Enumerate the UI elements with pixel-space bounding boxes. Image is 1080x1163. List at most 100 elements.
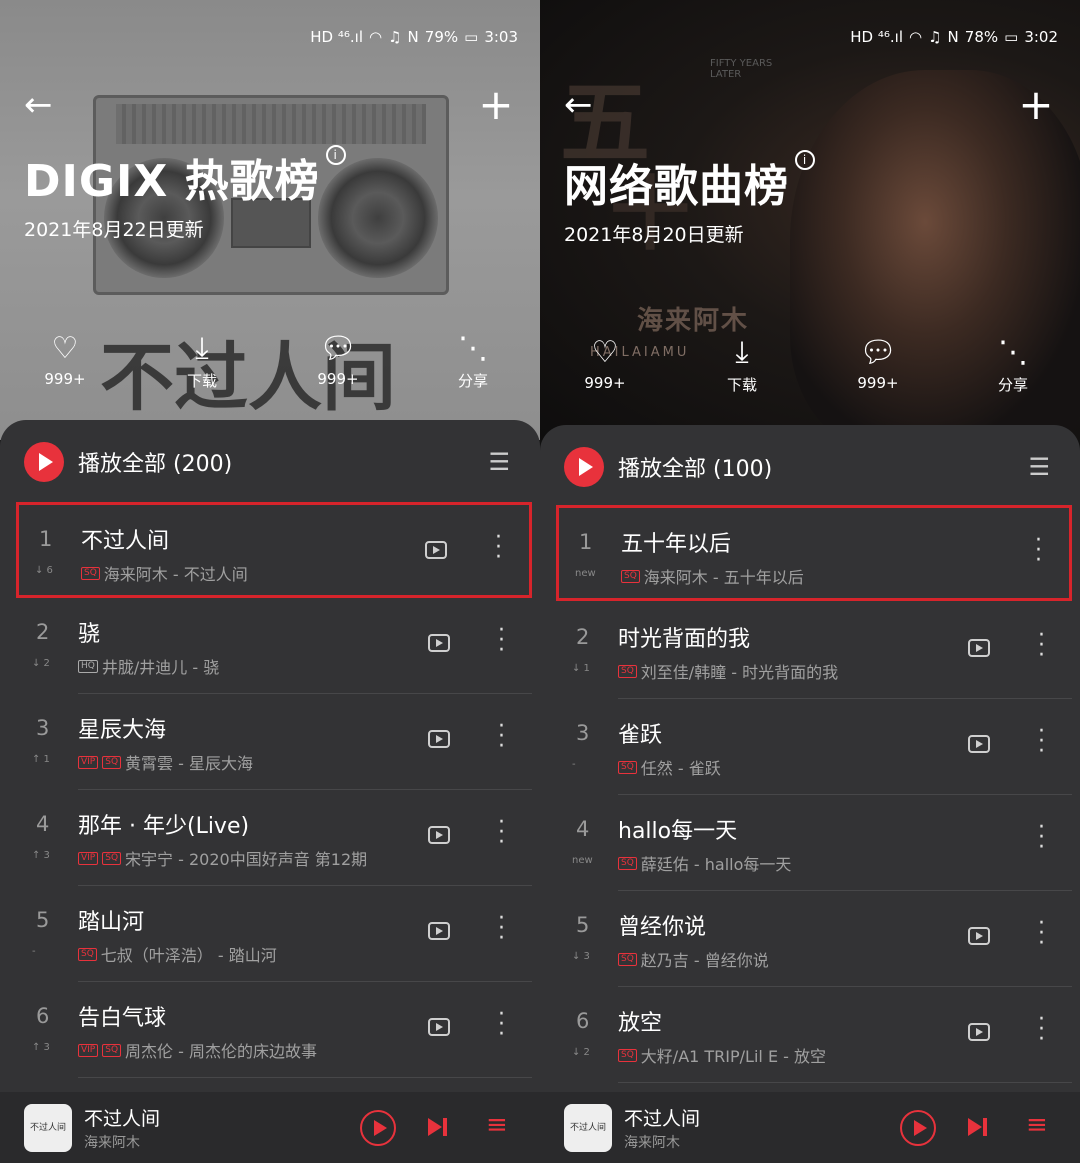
quality-badge: SQ xyxy=(618,760,637,774)
mini-player-cover[interactable]: 不过人间 xyxy=(564,1104,612,1152)
like-count: 999+ xyxy=(584,374,626,392)
battery-icon: ▭ xyxy=(1004,28,1019,46)
song-title: hallo每一天 xyxy=(618,819,738,844)
song-meta: SQ 七叔（叶泽浩） - 踏山河 xyxy=(78,942,277,966)
song-row[interactable]: 5 - 踏山河 SQ 七叔（叶泽浩） - 踏山河 · · · xyxy=(16,886,532,982)
more-options-icon[interactable]: · · · xyxy=(498,1004,505,1046)
mini-player-artist: 海来阿木 xyxy=(624,1135,680,1151)
song-row[interactable]: 2 ↓ 1 时光背面的我 SQ 刘至佳/韩瞳 - 时光背面的我 · · · xyxy=(556,603,1072,699)
more-options-icon[interactable]: · · · xyxy=(495,527,502,569)
song-title: 告白气球 xyxy=(78,1006,167,1031)
song-meta: SQ 任然 - 雀跃 xyxy=(618,755,721,779)
like-button[interactable]: ♡ 999+ xyxy=(560,336,650,393)
song-row[interactable]: 1 ↓ 6 不过人间 SQ 海来阿木 - 不过人间 · · · xyxy=(16,502,532,598)
song-title: 曾经你说 xyxy=(618,915,707,940)
comment-button[interactable]: 💬︎ 999+ xyxy=(293,332,383,389)
more-options-icon[interactable]: · · · xyxy=(498,908,505,950)
mini-player-cover[interactable]: 不过人间 xyxy=(24,1104,72,1152)
chart-title: DIGIX 热歌榜i xyxy=(24,145,346,209)
music-video-icon[interactable] xyxy=(428,826,450,844)
quality-badge: SQ xyxy=(618,664,637,678)
more-options-icon[interactable]: · · · xyxy=(1035,530,1042,572)
multi-select-icon[interactable]: ☰ xyxy=(488,448,510,476)
mini-player[interactable]: 不过人间 不过人间 海来阿木 ≡ xyxy=(540,1092,1080,1163)
song-row[interactable]: 1 new 五十年以后 SQ 海来阿木 - 五十年以后 · · · xyxy=(556,505,1072,601)
share-button[interactable]: ⋱ 分享 xyxy=(428,332,518,391)
download-button[interactable]: ⤓ 下载 xyxy=(697,336,787,395)
song-row[interactable]: 2 ↓ 2 骁 HQ 井胧/井迪儿 - 骁 · · · xyxy=(16,598,532,694)
add-icon[interactable]: + xyxy=(1016,84,1056,126)
mini-player[interactable]: 不过人间 不过人间 海来阿木 ≡ xyxy=(0,1092,540,1163)
info-icon[interactable]: i xyxy=(795,150,815,170)
info-icon[interactable]: i xyxy=(325,145,346,165)
download-label: 下载 xyxy=(726,376,757,394)
rank-trend: new xyxy=(575,568,596,579)
back-arrow-icon[interactable]: ← xyxy=(564,88,604,124)
music-video-icon[interactable] xyxy=(428,634,450,652)
share-button[interactable]: ⋱ 分享 xyxy=(968,336,1058,395)
quality-badge: SQ xyxy=(102,1043,122,1057)
download-button[interactable]: ⤓ 下载 xyxy=(157,332,247,391)
song-title: 时光背面的我 xyxy=(618,627,751,652)
music-video-icon[interactable] xyxy=(428,730,450,748)
cover-art-text: 海来阿木 xyxy=(637,306,750,336)
vip-badge: VIP xyxy=(78,851,99,865)
music-video-icon[interactable] xyxy=(968,639,990,657)
music-video-icon[interactable] xyxy=(425,541,447,559)
song-row[interactable]: 3 ↑ 1 星辰大海 VIP SQ 黄霄雲 - 星辰大海 · · · xyxy=(16,694,532,790)
back-arrow-icon[interactable]: ← xyxy=(24,88,64,124)
music-note-icon: ♫ xyxy=(928,28,942,46)
battery-percent: 78% xyxy=(964,28,999,46)
song-row[interactable]: 3 - 雀跃 SQ 任然 - 雀跃 · · · xyxy=(556,699,1072,795)
music-video-icon[interactable] xyxy=(968,1023,990,1041)
more-options-icon[interactable]: · · · xyxy=(1038,913,1045,955)
right-chart-screen: 五 十 FIFTY YEARS LATER 海来阿木 HAILAIAMU HD … xyxy=(540,0,1080,1163)
song-row[interactable]: 6 ↑ 3 告白气球 VIP SQ 周杰伦 - 周杰伦的床边故事 · · · xyxy=(16,982,532,1078)
song-rank: 6 xyxy=(576,1009,590,1033)
playlist-queue-icon[interactable]: ≡ xyxy=(1026,1110,1048,1140)
more-options-icon[interactable]: · · · xyxy=(498,716,505,758)
multi-select-icon[interactable]: ☰ xyxy=(1028,453,1050,481)
song-rank: 1 xyxy=(39,527,53,551)
more-options-icon[interactable]: · · · xyxy=(498,812,505,854)
comment-button[interactable]: 💬︎ 999+ xyxy=(833,336,923,393)
playlist-queue-icon[interactable]: ≡ xyxy=(486,1110,508,1140)
like-count: 999+ xyxy=(44,370,86,388)
song-title: 那年 · 年少(Live) xyxy=(78,814,250,839)
battery-percent: 79% xyxy=(424,28,459,46)
rank-trend: ↓ 2 xyxy=(32,658,50,669)
chart-title-text: 网络歌曲榜 xyxy=(564,161,789,212)
download-icon: ⤓ xyxy=(735,335,749,370)
more-options-icon[interactable]: · · · xyxy=(1038,625,1045,667)
play-all-button[interactable]: 播放全部 (100) xyxy=(564,447,772,487)
like-button[interactable]: ♡ 999+ xyxy=(20,332,110,389)
music-video-icon[interactable] xyxy=(968,927,990,945)
music-video-icon[interactable] xyxy=(428,922,450,940)
add-icon[interactable]: + xyxy=(476,84,516,126)
more-options-icon[interactable]: · · · xyxy=(498,620,505,662)
clock: 3:02 xyxy=(1024,28,1058,46)
artist-album: 井胧/井迪儿 - 骁 xyxy=(101,658,220,677)
more-options-icon[interactable]: · · · xyxy=(1038,817,1045,859)
play-all-button[interactable]: 播放全部 (200) xyxy=(24,442,232,482)
nfc-icon: N xyxy=(407,28,419,46)
artist-album: 海来阿木 - 五十年以后 xyxy=(643,568,804,587)
next-track-icon[interactable] xyxy=(428,1116,450,1138)
chart-actions: ♡ 999+ ⤓ 下载 💬︎ 999+ ⋱ 分享 xyxy=(0,332,540,402)
song-row[interactable]: 4 ↑ 3 那年 · 年少(Live) VIP SQ 宋宇宁 - 2020中国好声音… xyxy=(16,790,532,886)
cover-corner-text: FIFTY YEARS LATER xyxy=(710,58,773,80)
play-button-icon[interactable] xyxy=(900,1110,936,1146)
music-video-icon[interactable] xyxy=(428,1018,450,1036)
song-row[interactable]: 4 new hallo每一天 SQ 薛廷佑 - hallo每一天 · · · xyxy=(556,795,1072,891)
artist-album: 海来阿木 - 不过人间 xyxy=(103,565,248,584)
song-row[interactable]: 6 ↓ 2 放空 SQ 大籽/A1 TRIP/Lil E - 放空 · · · xyxy=(556,987,1072,1083)
play-circle-icon xyxy=(564,447,604,487)
more-options-icon[interactable]: · · · xyxy=(1038,721,1045,763)
song-row[interactable]: 5 ↓ 3 曾经你说 SQ 赵乃吉 - 曾经你说 · · · xyxy=(556,891,1072,987)
play-button-icon[interactable] xyxy=(360,1110,396,1146)
next-track-icon[interactable] xyxy=(968,1116,990,1138)
music-video-icon[interactable] xyxy=(968,735,990,753)
share-label: 分享 xyxy=(997,376,1028,394)
artist-album: 任然 - 雀跃 xyxy=(640,759,721,778)
more-options-icon[interactable]: · · · xyxy=(1038,1009,1045,1051)
